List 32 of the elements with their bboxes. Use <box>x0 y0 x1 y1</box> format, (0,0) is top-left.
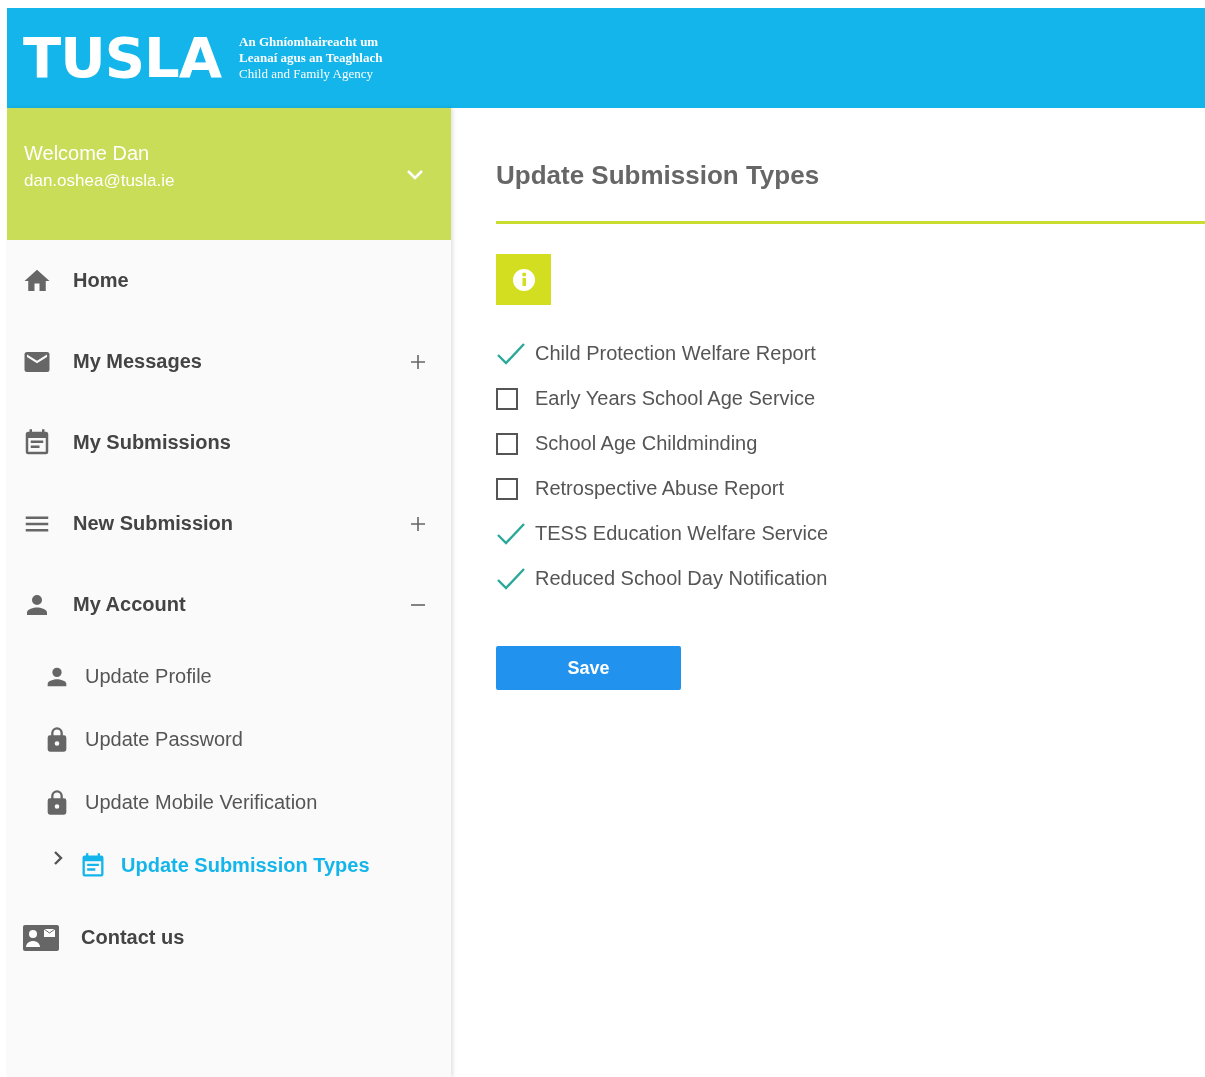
nav-item[interactable]: My Submissions <box>7 402 451 483</box>
page-title: Update Submission Types <box>496 160 1205 224</box>
checkmark-icon[interactable] <box>496 341 526 366</box>
submission-type-option[interactable]: Child Protection Welfare Report <box>496 331 1205 376</box>
agency-name: An Ghníomhaireacht um <box>239 34 380 50</box>
agency-name: Child and Family Agency <box>239 66 374 82</box>
nav-subitem[interactable]: Update Password <box>7 708 451 771</box>
nav-subitem[interactable]: Update Profile <box>7 645 451 708</box>
submission-type-option[interactable]: Early Years School Age Service <box>496 376 1205 421</box>
checkbox[interactable] <box>496 432 518 455</box>
nav-item[interactable]: New Submission <box>7 483 451 564</box>
submission-type-option[interactable]: Retrospective Abuse Report <box>496 466 1205 511</box>
submission-type-option[interactable]: TESS Education Welfare Service <box>496 511 1205 556</box>
agency-name: Leanaí agus an Teaghlach <box>239 50 383 66</box>
nav-item[interactable]: My Messages <box>7 321 451 402</box>
expand-icon[interactable] <box>410 353 426 370</box>
checkbox[interactable] <box>496 477 518 500</box>
checkmark-icon[interactable] <box>496 566 526 591</box>
info-icon <box>511 267 536 292</box>
nav-subitem[interactable]: Update Mobile Verification <box>7 771 451 834</box>
nav-item[interactable]: My Account <box>7 564 451 645</box>
expand-icon[interactable] <box>410 515 426 532</box>
welcome-text: Welcome Dan <box>24 141 151 165</box>
chevron-icon <box>53 850 65 866</box>
checkmark-icon[interactable] <box>496 521 526 546</box>
checkbox[interactable] <box>496 387 518 410</box>
submission-type-option[interactable]: Reduced School Day Notification <box>496 556 1205 601</box>
submission-type-option[interactable]: School Age Childminding <box>496 421 1205 466</box>
nav-item[interactable]: Home <box>7 240 451 321</box>
user-email: dan.oshea@tusla.ie <box>24 170 175 191</box>
contact-card-icon <box>22 922 60 953</box>
nav-item[interactable]: Contact us <box>7 897 451 978</box>
